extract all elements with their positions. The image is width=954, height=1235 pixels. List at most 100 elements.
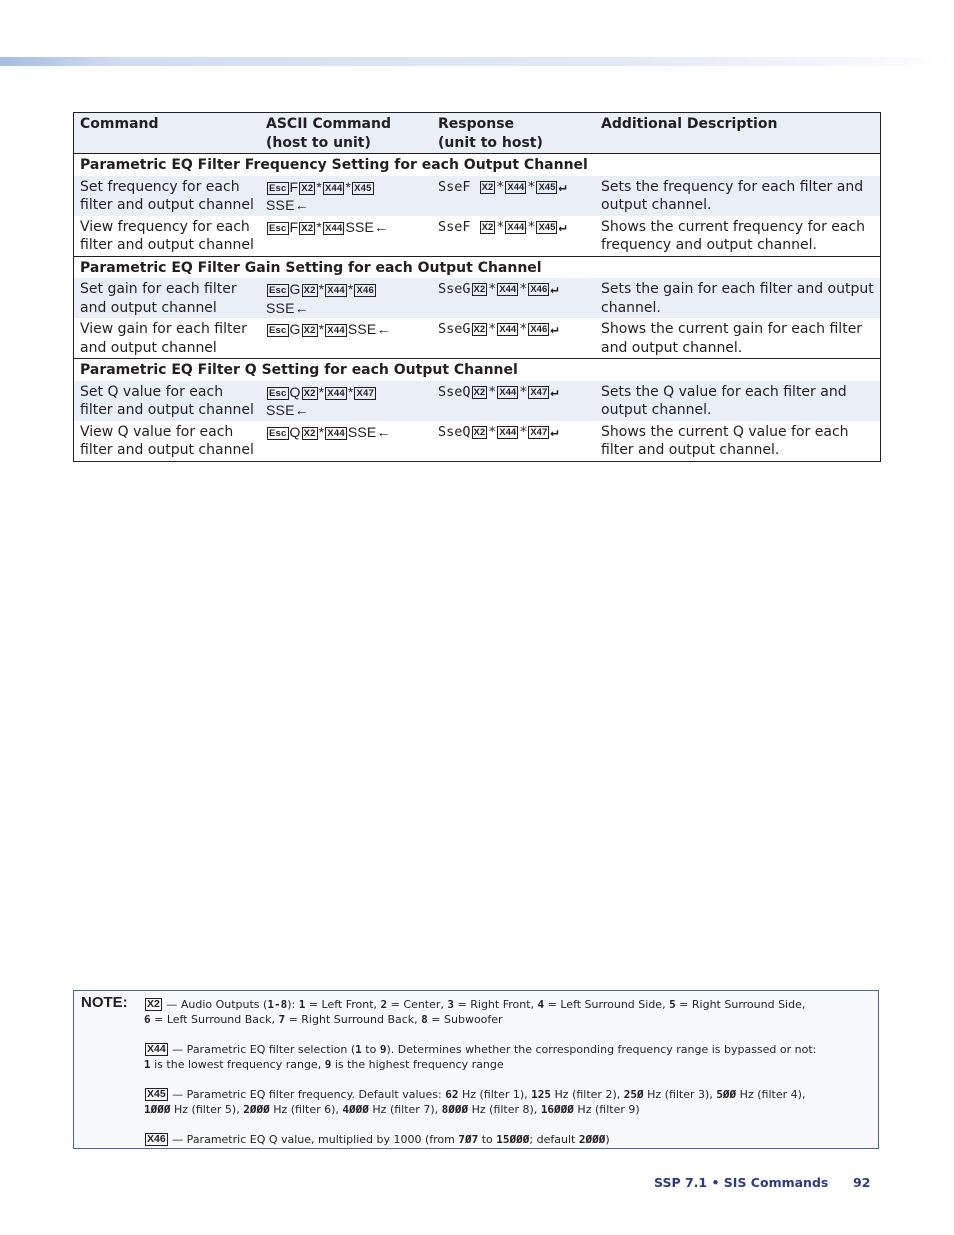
note-text: — Audio Outputs (	[162, 998, 268, 1011]
note-x2: X2 — Audio Outputs (1-8): 1 = Left Front…	[144, 997, 874, 1027]
command-cell: Set gain for each filter and output chan…	[73, 278, 260, 318]
table-row: View Q value for each filter and output …	[73, 420, 881, 461]
return-arrow-icon: ↵	[550, 383, 559, 400]
esc-key-icon: Esc	[267, 181, 289, 195]
description-cell: Sets the Q value for each filter and out…	[595, 380, 881, 421]
note-text: )	[605, 1133, 610, 1146]
note-number: 1	[355, 1043, 362, 1056]
response-cell: SseG X2 * X44 * X46 ↵	[432, 278, 595, 318]
note-number: 4ØØØ	[342, 1103, 369, 1116]
note-number: 62	[445, 1088, 459, 1101]
return-arrow-icon: ↵	[558, 218, 567, 235]
note-label: NOTE:	[81, 994, 128, 1011]
variable-key: X44	[497, 425, 519, 439]
column-header-sublabel: (unit to host)	[438, 134, 543, 151]
note-text: Hz (filter 6),	[269, 1103, 343, 1116]
command-suffix: SSE	[347, 321, 377, 337]
note-number: 15ØØØ	[496, 1133, 530, 1146]
command-suffix: SSE	[345, 218, 375, 235]
note-text: to	[361, 1043, 380, 1056]
command-suffix: SSE	[347, 423, 377, 440]
variable-key: X2	[471, 323, 488, 336]
page-number: 92	[853, 1175, 871, 1190]
note-text: = Left Surround Side,	[544, 998, 670, 1011]
note-text: Hz (filter 5),	[170, 1103, 244, 1116]
response-prefix: SseF	[438, 218, 479, 235]
note-text: — Parametric EQ filter selection (	[168, 1043, 356, 1056]
variable-key: X2	[471, 385, 488, 399]
table-row: Set Q value for each filter and output c…	[73, 380, 881, 421]
response-cell: SseQ X2 * X44 * X47 ↵	[432, 420, 595, 461]
command-letter: G	[289, 281, 301, 297]
section-header-row: Parametric EQ Filter Gain Setting for ea…	[73, 255, 881, 278]
command-letter: F	[289, 218, 299, 235]
response-prefix: SseG	[438, 281, 471, 297]
variable-key-x45: X45	[145, 1088, 168, 1101]
variable-key-x44: X44	[145, 1043, 168, 1056]
note-text: = Right Surround Back,	[285, 1013, 422, 1026]
note-number: 2ØØØ	[243, 1103, 270, 1116]
variable-key: X44	[497, 385, 519, 399]
response-cell: SseF X2 * X44 * X45 ↵	[432, 175, 595, 216]
variable-key: X46	[354, 284, 376, 297]
column-header-response: Response (unit to host)	[432, 112, 595, 154]
description-cell: Shows the current gain for each filter a…	[595, 318, 881, 359]
note-text: is the lowest frequency range,	[150, 1058, 325, 1071]
left-arrow-icon: ←	[294, 299, 309, 316]
table-row: Set frequency for each filter and output…	[73, 175, 881, 216]
response-prefix: SseQ	[438, 423, 471, 440]
variable-key: X44	[325, 324, 347, 337]
response-cell: SseF X2 * X44 * X45 ↵	[432, 215, 595, 256]
variable-key: X45	[352, 181, 374, 195]
note-text: Hz (filter 9)	[573, 1103, 640, 1116]
response-cell: SseQ X2 * X44 * X47 ↵	[432, 380, 595, 421]
section-header-row: Parametric EQ Filter Frequency Setting f…	[73, 153, 881, 176]
esc-key-icon: Esc	[267, 386, 289, 400]
esc-key-icon: Esc	[267, 221, 289, 235]
note-number: 5	[669, 998, 676, 1011]
command-letter: Q	[289, 423, 301, 440]
variable-key: X47	[528, 425, 550, 439]
left-arrow-icon: ←	[374, 218, 389, 235]
column-header-label: Command	[80, 116, 159, 132]
variable-key: X2	[471, 283, 488, 296]
note-number: 25Ø	[623, 1088, 644, 1101]
table-row: Set gain for each filter and output chan…	[73, 278, 881, 318]
note-text: = Right Surround Side,	[675, 998, 806, 1011]
note-number: 8ØØØ	[441, 1103, 469, 1116]
ascii-command-cell: Esc G X2 * X44 * X46 SSE←	[260, 278, 432, 318]
command-cell: View gain for each filter and output cha…	[73, 318, 260, 359]
left-arrow-icon: ←	[294, 197, 309, 213]
variable-key: X47	[528, 385, 550, 399]
note-number: 7Ø7	[458, 1133, 479, 1146]
note-text: Hz (filter 2),	[551, 1088, 624, 1101]
note-box: NOTE: X2 — Audio Outputs (1-8): 1 = Left…	[73, 990, 879, 1149]
note-number: 16ØØØ	[540, 1103, 574, 1116]
variable-key: X2	[299, 181, 316, 195]
command-suffix: SSE	[266, 197, 295, 213]
ascii-command-cell: Esc F X2 * X44 SSE←	[260, 215, 432, 256]
note-text: ; default	[529, 1133, 579, 1146]
section-header-row: Parametric EQ Filter Q Setting for each …	[73, 358, 881, 381]
note-text: Hz (filter 1),	[458, 1088, 532, 1101]
variable-key: X44	[325, 426, 347, 440]
note-number: 1-8	[267, 998, 288, 1011]
variable-key: X44	[322, 181, 345, 195]
left-arrow-icon: ←	[294, 402, 309, 418]
variable-key-x46: X46	[145, 1133, 168, 1146]
note-number: 1ØØØ	[144, 1103, 171, 1116]
note-text: = Right Front,	[454, 998, 538, 1011]
note-number: 125	[531, 1088, 552, 1101]
table-row: View gain for each filter and output cha…	[73, 318, 881, 359]
response-prefix: SseG	[438, 321, 471, 337]
command-letter: Q	[289, 383, 301, 400]
sis-command-table: Command ASCII Command (host to unit) Resp…	[73, 112, 881, 462]
left-arrow-icon: ←	[376, 423, 391, 440]
return-arrow-icon: ↵	[550, 321, 559, 337]
command-suffix: SSE	[266, 402, 295, 418]
header-band	[0, 57, 954, 66]
return-arrow-icon: ↵	[558, 178, 567, 195]
variable-key: X2	[301, 324, 318, 337]
note-text: ). Determines whether the corresponding …	[386, 1043, 817, 1056]
response-prefix: SseF	[438, 178, 479, 195]
